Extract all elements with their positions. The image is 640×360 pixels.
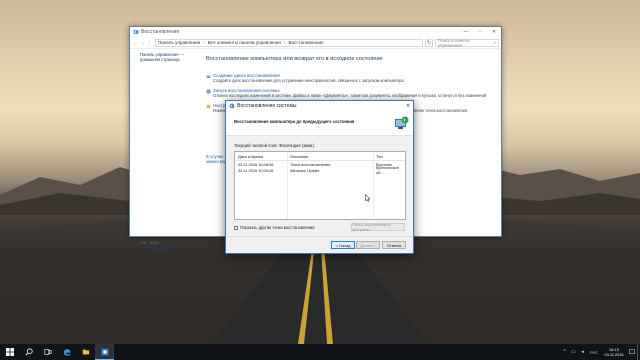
search-taskbar-button[interactable] — [19, 344, 38, 360]
shield-icon — [206, 104, 211, 108]
forward-arrow-icon[interactable]: → — [139, 39, 146, 47]
address-field[interactable]: Панель управления › Все элементы панели … — [155, 38, 423, 47]
sidebar-link-line2: домашняя страница — [140, 57, 180, 62]
mouse-cursor-icon — [365, 194, 371, 202]
back-arrow-icon[interactable]: ← — [132, 39, 139, 47]
network-icon[interactable]: ▭ — [569, 344, 578, 360]
column-header-description[interactable]: Описание — [287, 154, 373, 159]
page-heading: Восстановление компьютера или возврат ег… — [206, 56, 383, 62]
action-center-icon[interactable] — [627, 344, 637, 360]
cell-date: 03.11.2016 16:08:06 — [238, 161, 274, 167]
task-view-icon — [43, 349, 52, 355]
dialog-content: Текущий часовой пояс: Финляндия (зима) Д… — [226, 136, 413, 236]
chevron-up-icon[interactable]: ^ — [560, 344, 569, 360]
folder-icon — [82, 349, 89, 355]
notification-icon — [629, 349, 635, 355]
restore-points-table[interactable]: Дата и время Описание Тип 03.11.2016 16:… — [234, 151, 406, 220]
column-divider — [287, 152, 288, 219]
search-input[interactable]: Поиск в панели управления ⌕ — [435, 37, 499, 48]
cell-description: Windows Update — [290, 167, 320, 173]
close-button[interactable]: ✕ — [487, 27, 501, 37]
close-button[interactable]: ✕ — [403, 101, 413, 111]
task-view-button[interactable] — [38, 344, 57, 360]
sidebar-home-link[interactable]: Панель управления — домашняя страница — [140, 52, 195, 62]
search-icon: ⌕ — [493, 40, 496, 45]
cell-type: Критическое об... — [376, 165, 399, 175]
breadcrumb-all-items[interactable]: Все элементы панели управления — [208, 40, 281, 45]
control-panel-taskbar-button[interactable] — [95, 344, 114, 360]
breadcrumb-recovery[interactable]: Восстановление — [288, 40, 323, 45]
search-icon — [25, 348, 33, 356]
dialog-header: Восстановление компьютера до предыдущего… — [226, 111, 413, 136]
edge-taskbar-button[interactable] — [57, 344, 76, 360]
cell-description: Точка восстановления — [290, 161, 331, 167]
start-button[interactable] — [0, 344, 19, 360]
taskbar: ^ ▭ ◂ РУС 16:15 03.11.2016 — [0, 344, 640, 360]
column-header-type[interactable]: Тип — [373, 154, 405, 159]
address-bar: ← → ↑ Панель управления › Все элементы п… — [130, 37, 501, 49]
recovery-icon — [133, 30, 139, 34]
drive-icon — [206, 75, 211, 78]
language-indicator[interactable]: РУС — [587, 344, 601, 360]
edge-browser-icon — [63, 349, 70, 356]
dialog-footer: < Назад Далее > Отмена — [226, 236, 413, 253]
table-header: Дата и время Описание Тип — [235, 152, 405, 161]
recovery-option-create-drive[interactable]: Создание диска восстановления Создайте д… — [206, 73, 491, 83]
system-restore-icon — [229, 103, 235, 109]
dialog-header-text: Восстановление компьютера до предыдущего… — [234, 119, 355, 124]
refresh-icon[interactable]: ↻ — [425, 38, 433, 47]
system-tray: ^ ▭ ◂ РУС 16:15 03.11.2016 — [560, 344, 640, 360]
windows-logo-icon — [5, 348, 14, 356]
file-history-link[interactable]: История файлов — [140, 246, 173, 252]
timezone-text: Текущий часовой пояс: Финляндия (зима) — [234, 143, 314, 148]
recovery-option-run-restore[interactable]: Запуск восстановления системы Отмена пос… — [206, 88, 491, 98]
dialog-titlebar[interactable]: Восстановление системы ✕ — [226, 101, 413, 111]
breadcrumb-control-panel[interactable]: Панель управления — [158, 40, 200, 45]
cell-date: 03.11.2016 10:00:06 — [238, 167, 274, 173]
next-button[interactable]: Далее > — [356, 241, 380, 249]
minimize-button[interactable]: — — [459, 27, 473, 37]
chevron-right-icon: › — [203, 40, 205, 45]
window-titlebar[interactable]: Восстановление — ▫ ✕ — [130, 27, 501, 37]
explorer-taskbar-button[interactable] — [76, 344, 95, 360]
volume-icon[interactable]: ◂ — [578, 344, 587, 360]
search-placeholder: Поиск в панели управления — [438, 37, 470, 48]
clock-date: 03.11.2016 — [604, 352, 624, 357]
cancel-button[interactable]: Отмена — [382, 241, 406, 249]
option-description: Создайте диск восстановления для устране… — [213, 78, 405, 83]
up-arrow-icon[interactable]: ↑ — [146, 39, 153, 47]
show-more-points-checkbox[interactable]: Показать другие точки восстановления — [234, 225, 314, 230]
back-button[interactable]: < Назад — [331, 241, 355, 249]
chevron-right-icon: › — [283, 40, 286, 45]
checkbox[interactable] — [234, 225, 238, 230]
system-restore-icon — [206, 89, 211, 93]
table-row[interactable]: 03.11.2016 10:00:06 Windows Update Крити… — [235, 165, 405, 175]
control-panel-icon — [101, 348, 108, 355]
window-title: Восстановление — [141, 29, 180, 35]
option-description: Отмена последних изменений в системе, фа… — [213, 93, 488, 98]
column-header-date[interactable]: Дата и время — [235, 154, 287, 159]
dialog-title: Восстановление системы — [237, 103, 297, 109]
scan-affected-programs-button[interactable]: Поиск затрагиваемых программ — [351, 222, 405, 232]
system-restore-dialog[interactable]: Восстановление системы ✕ Восстановление … — [225, 100, 414, 254]
see-also-section: См. также История файлов — [140, 240, 173, 252]
computer-restore-icon — [395, 116, 409, 129]
checkbox-label: Показать другие точки восстановления — [240, 225, 315, 230]
clock[interactable]: 16:15 03.11.2016 — [601, 347, 627, 357]
column-divider — [373, 152, 374, 219]
maximize-button[interactable]: ▫ — [473, 27, 487, 37]
